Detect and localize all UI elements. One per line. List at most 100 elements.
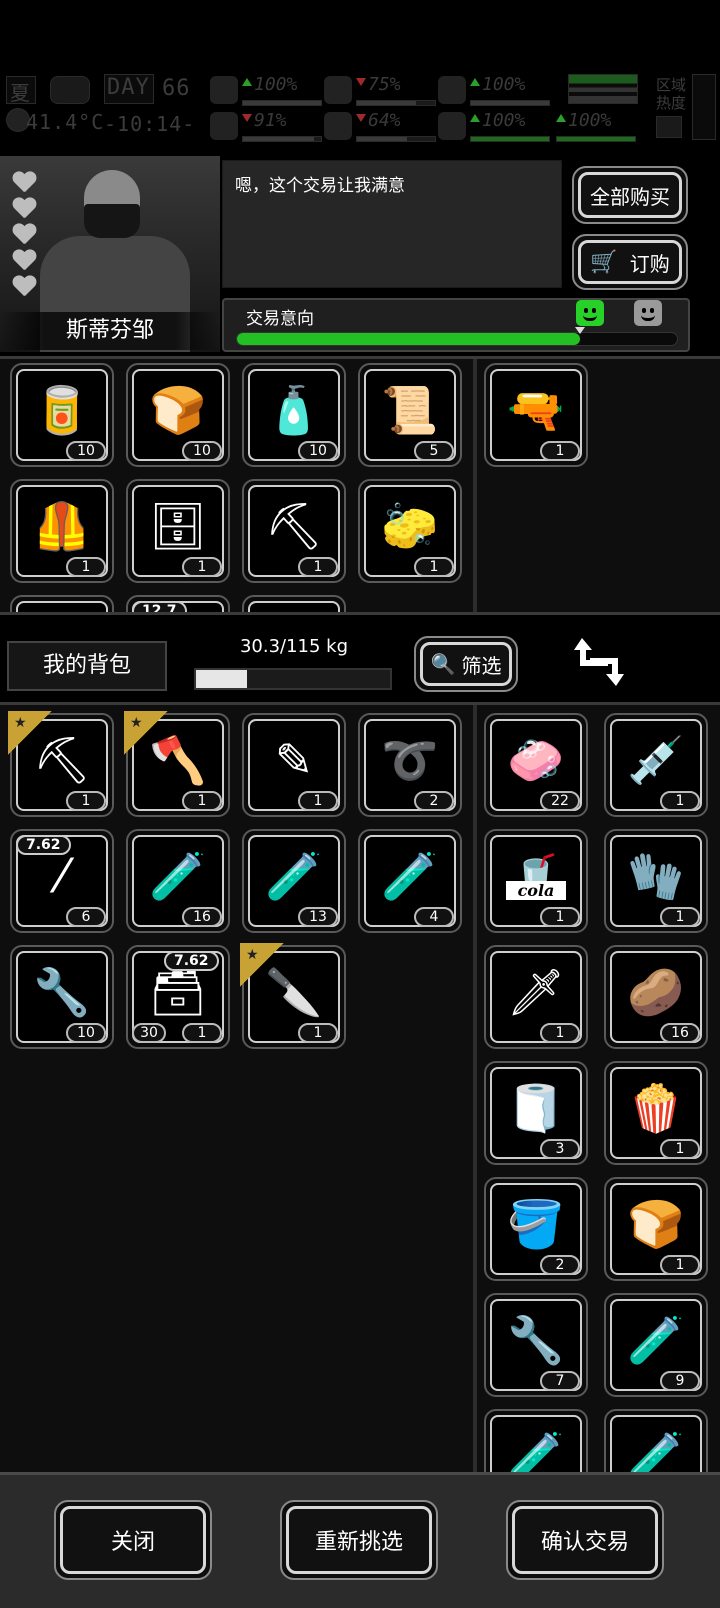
swap-arrows-icon[interactable]: [572, 632, 626, 692]
water-drop-icon: [324, 112, 352, 140]
stomach-icon: [324, 76, 352, 104]
item-slot[interactable]: 🗄 1: [126, 479, 230, 583]
filter-button[interactable]: 🔍 筛选: [414, 636, 518, 692]
offer-item-slot[interactable]: 🗡 1: [484, 945, 588, 1049]
trade-intent-label: 交易意向: [246, 309, 314, 329]
trade-intent-panel: 交易意向: [222, 298, 690, 352]
item-slot[interactable]: ★ 🔪 1: [240, 943, 346, 1049]
item-count: 16: [660, 1023, 700, 1043]
bread-icon: 🍞: [149, 382, 207, 437]
status-hud: 夏 DAY 66 41.4°C -10:14- 100% 75% 100% 91…: [0, 70, 720, 148]
item-slot[interactable]: 🧪 4: [358, 829, 462, 933]
stat-value: 75%: [368, 74, 401, 95]
heart-icon: [12, 276, 36, 298]
item-slot[interactable]: ⁄ 7.62 6: [10, 829, 114, 933]
item-slot[interactable]: ➰ 2: [358, 713, 462, 817]
item-slot[interactable]: ✎ 1: [242, 713, 346, 817]
buy-all-button[interactable]: 全部购买: [572, 166, 688, 224]
stat-bar: [242, 100, 322, 106]
item-count: 2: [540, 1255, 580, 1275]
item-slot[interactable]: 🗃 7.62 30 1: [126, 945, 230, 1049]
temperature-value: 41.4°C: [26, 110, 105, 134]
stat-value: 100%: [568, 110, 612, 131]
offer-item-slot[interactable]: 🍿 1: [604, 1061, 708, 1165]
clock-time: -10:14-: [104, 112, 196, 136]
item-slot[interactable]: ⛏ 1: [242, 479, 346, 583]
chisel-icon: 🔧: [33, 964, 91, 1019]
item-slot[interactable]: 🧽 1: [358, 479, 462, 583]
item-slot[interactable]: 🧪 13: [242, 829, 346, 933]
item-count: 10: [66, 441, 106, 461]
item-slot[interactable]: 🧪 16: [126, 829, 230, 933]
item-slot[interactable]: [10, 595, 114, 612]
item-count: 22: [540, 791, 580, 811]
offer-item-slot[interactable]: 🔫 1: [484, 363, 588, 467]
offer-item-slot[interactable]: 🧤 1: [604, 829, 708, 933]
stat-bar: [242, 136, 322, 142]
item-slot[interactable]: 🔧 10: [10, 945, 114, 1049]
offer-item-slot[interactable]: 🧼 22: [484, 713, 588, 817]
item-slot[interactable]: [242, 595, 346, 612]
favorite-star-icon: ★: [240, 943, 284, 987]
cloth-icon: 🧽: [381, 498, 439, 553]
stat-energy: 100%: [552, 110, 668, 144]
item-slot[interactable]: 🥫 10: [10, 363, 114, 467]
buy-all-label: 全部购买: [578, 172, 682, 218]
stat-thirst: 64%: [324, 110, 440, 144]
backpack-title: 我的背包: [7, 641, 167, 691]
item-count: 10: [66, 1023, 106, 1043]
heart-icon: [12, 198, 36, 220]
item-slot[interactable]: 12.7: [126, 595, 230, 612]
item-slot[interactable]: 🦺 1: [10, 479, 114, 583]
item-count: 1: [298, 557, 338, 577]
filter-label: 筛选: [461, 653, 502, 678]
reselect-button[interactable]: 重新挑选: [280, 1500, 438, 1580]
order-label: 订购: [629, 251, 670, 276]
speaker-icon[interactable]: [656, 116, 682, 138]
inventory-panel: ★ ⛏ 1 ★ 🪓 1 ✎ 1 ➰ 2 ⁄ 7.62 6 🧪 16 🧪 13 🧪…: [0, 702, 720, 1472]
item-count: 2: [414, 791, 454, 811]
popcorn-icon: 🍿: [627, 1080, 685, 1135]
backpack-weight: 30.3/115 kg: [239, 636, 349, 657]
offer-item-slot[interactable]: 🪣 2: [484, 1177, 588, 1281]
confirm-trade-label: 确认交易: [512, 1506, 658, 1574]
item-count: 1: [298, 1023, 338, 1043]
lockpick-icon: ✎: [274, 732, 314, 787]
offer-item-slot[interactable]: 🧻 3: [484, 1061, 588, 1165]
offer-item-slot[interactable]: 🍞 1: [604, 1177, 708, 1281]
stat-health: 100%: [210, 74, 326, 108]
search-icon: 🔍: [430, 652, 456, 676]
item-slot[interactable]: 🍞 10: [126, 363, 230, 467]
offer-item-slot[interactable]: 🧪 9: [604, 1293, 708, 1397]
item-count: 4: [414, 907, 454, 927]
offer-item-slot[interactable]: 💉 1: [604, 713, 708, 817]
stat-bar: [556, 136, 636, 142]
close-button[interactable]: 关闭: [54, 1500, 212, 1580]
item-slot[interactable]: ★ 🪓 1: [124, 711, 230, 817]
item-count: 1: [414, 557, 454, 577]
test-tube-ii-icon: 🧪: [149, 848, 207, 903]
canned-food-icon: 🥫: [33, 382, 91, 437]
item-slot[interactable]: ★ ⛏ 1: [8, 711, 114, 817]
offer-item-slot[interactable]: 🥤 cola 1: [484, 829, 588, 933]
offer-item-slot[interactable]: 🔧 7: [484, 1293, 588, 1397]
item-slot[interactable]: 🧴 10: [242, 363, 346, 467]
stat-bar: [356, 136, 436, 142]
item-count: 1: [660, 1255, 700, 1275]
stat-value: 100%: [482, 110, 526, 131]
trend-down-icon: [356, 114, 366, 122]
offer-item-slot[interactable]: 🧪: [604, 1409, 708, 1472]
heart-icon: [12, 250, 36, 272]
trader-dialog: 嗯，这个交易让我满意: [222, 160, 562, 288]
item-count: 10: [298, 441, 338, 461]
shovel-icon: ⛏: [264, 498, 324, 553]
confirm-trade-button[interactable]: 确认交易: [506, 1500, 664, 1580]
order-button[interactable]: 🛒 订购: [572, 234, 688, 290]
item-count: 7: [540, 1371, 580, 1391]
season-label: 夏: [10, 81, 30, 105]
offer-item-slot[interactable]: 🥔 16: [604, 945, 708, 1049]
trend-up-icon: [242, 78, 252, 86]
offer-item-slot[interactable]: 🧪: [484, 1409, 588, 1472]
test-tube-ii-icon: 🧪: [627, 1312, 685, 1367]
item-slot[interactable]: 📜 5: [358, 363, 462, 467]
